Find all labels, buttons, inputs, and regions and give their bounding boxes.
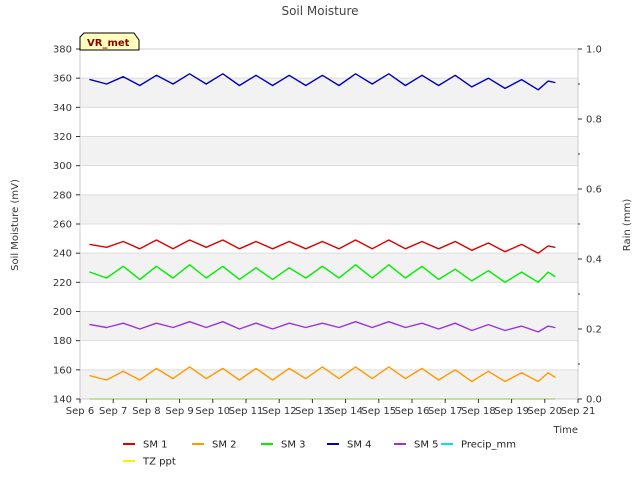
y2-axis-ticks: 0.0 0.2 0.4 0.6 0.8 1.0 — [578, 45, 602, 406]
x-tick-label: Sep 11 — [229, 406, 264, 417]
x-tick-label: Sep 20 — [527, 406, 562, 417]
legend-label: TZ ppt — [142, 457, 176, 468]
y-tick-label: 340 — [53, 103, 72, 114]
y2-tick-label: 1.0 — [586, 45, 602, 56]
x-tick-label: Sep 12 — [262, 406, 297, 417]
x-tick-label: Sep 7 — [99, 406, 127, 417]
legend-label: SM 5 — [414, 440, 439, 451]
y-tick-label: 200 — [53, 307, 72, 318]
y2-tick-label: 0.4 — [586, 255, 602, 266]
legend-label: Precip_mm — [461, 440, 516, 451]
series-line-1 — [89, 239, 556, 254]
x-tick-label: Sep 16 — [395, 406, 430, 417]
x-tick-label: Sep 9 — [165, 406, 193, 417]
x-tick-label: Sep 13 — [295, 406, 330, 417]
x-tick-label: Sep 8 — [132, 406, 160, 417]
x-tick-label: Sep 18 — [461, 406, 496, 417]
y2-tick-label: 0.8 — [586, 115, 602, 126]
y-tick-label: 140 — [53, 395, 72, 406]
y-axis-title: Soil Moisture (mV) — [10, 179, 21, 271]
station-badge: VR_met — [79, 32, 140, 51]
background-band — [80, 136, 578, 166]
y2-tick-label: 0.0 — [586, 395, 602, 406]
soil-moisture-chart-svg: 140160180200220240260280300320340360380 … — [10, 4, 633, 468]
y2-tick-label: 0.2 — [586, 325, 602, 336]
x-tick-label: Sep 10 — [195, 406, 230, 417]
x-axis-title: Time — [553, 425, 578, 436]
background-band — [80, 311, 578, 341]
y-tick-label: 360 — [53, 74, 72, 85]
y-tick-label: 300 — [53, 161, 72, 172]
y-tick-label: 260 — [53, 220, 72, 231]
legend-label: SM 4 — [347, 440, 372, 451]
series-layer — [89, 73, 556, 400]
y-tick-label: 220 — [53, 278, 72, 289]
x-tick-label: Sep 14 — [328, 406, 363, 417]
y-axis-ticks: 140 160 180 200 220 240 260 280 300 320 340 360 380 — [53, 45, 80, 406]
background-band — [80, 369, 578, 399]
y-tick-label: 160 — [53, 365, 72, 376]
x-tick-label: Sep 21 — [561, 406, 596, 417]
y-tick-label: 280 — [53, 190, 72, 201]
legend-label: SM 2 — [212, 440, 237, 451]
x-tick-label: Sep 15 — [361, 406, 396, 417]
y-tick-label: 240 — [53, 249, 72, 260]
x-tick-label: Sep 6 — [66, 406, 94, 417]
x-tick-label: Sep 19 — [494, 406, 529, 417]
y2-axis-title: Rain (mm) — [622, 199, 633, 252]
background-band — [80, 194, 578, 224]
badge-label: VR_met — [87, 38, 130, 49]
y-tick-label: 380 — [53, 45, 72, 56]
x-tick-label: Sep 17 — [428, 406, 463, 417]
x-axis-ticks: Sep 6 Sep 7 Sep 8 Sep 9 Sep 10Sep 11Sep 12Se… — [66, 399, 596, 417]
y-tick-label: 320 — [53, 132, 72, 143]
legend-label: SM 3 — [281, 440, 306, 451]
y2-tick-label: 0.6 — [586, 185, 602, 196]
background-bands — [80, 78, 578, 399]
y-tick-label: 180 — [53, 336, 72, 347]
chart: 140 160 180 200 220 240 260 280 300 320 340 360 380 … — [0, 0, 640, 480]
legend: SM 1 SM 2 SM 3 SM 4 SM 5 Precip_mm TZ ppt — [123, 440, 516, 468]
chart-title: Soil Moisture — [281, 4, 358, 18]
legend-label: SM 1 — [143, 440, 168, 451]
background-band — [80, 78, 578, 108]
